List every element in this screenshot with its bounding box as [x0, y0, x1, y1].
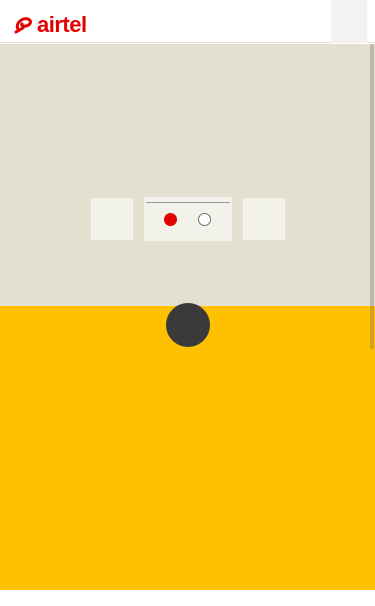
airtel-logo[interactable]: airtel	[14, 13, 87, 37]
airtel-swirl-icon	[14, 17, 32, 34]
carousel-card-left[interactable]	[91, 198, 133, 240]
hero-carousel[interactable]	[0, 44, 375, 306]
scroll-indicator-icon[interactable]	[166, 303, 210, 347]
app-header: airtel	[0, 0, 375, 43]
content-section	[0, 306, 375, 590]
bottom-strip	[0, 590, 375, 606]
carousel-dot-1[interactable]	[164, 213, 177, 226]
scrollbar-thumb[interactable]	[370, 44, 374, 349]
page-scrollbar[interactable]	[368, 44, 375, 349]
carousel-card-right[interactable]	[243, 198, 285, 240]
menu-button[interactable]	[331, 0, 367, 43]
carousel-indicator-panel	[144, 197, 232, 241]
carousel-dot-2[interactable]	[198, 213, 211, 226]
brand-name: airtel	[37, 12, 87, 37]
divider	[146, 202, 230, 203]
